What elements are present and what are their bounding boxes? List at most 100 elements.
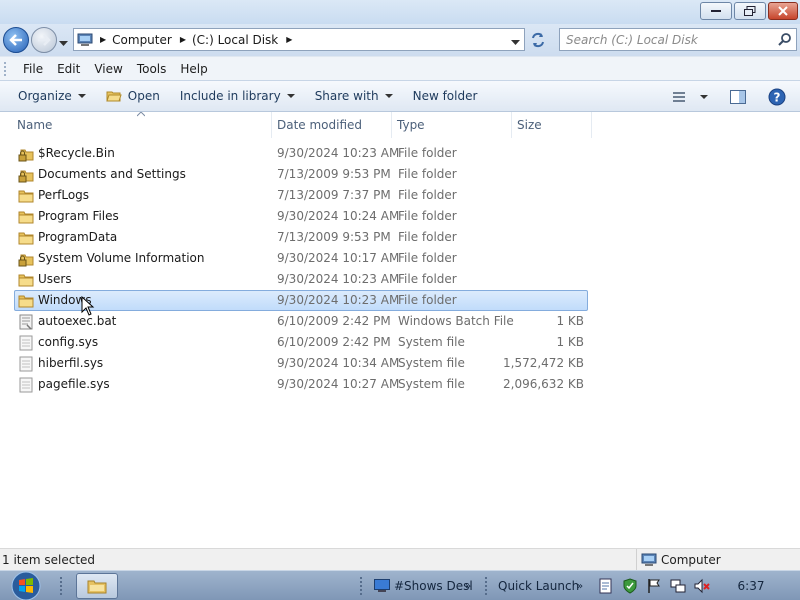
file-name: Users: [38, 272, 72, 286]
back-button[interactable]: [3, 27, 29, 53]
file-date-modified: 6/10/2009 2:42 PM: [277, 314, 391, 328]
menu-file[interactable]: File: [16, 62, 50, 76]
status-bar: 1 item selected Computer: [0, 548, 800, 571]
file-size: 1,572,472 KB: [503, 356, 584, 370]
file-row[interactable]: Program Files 9/30/2024 10:24 AM File fold…: [14, 206, 588, 227]
network-icon[interactable]: [670, 578, 686, 594]
column-header-date-modified[interactable]: Date modified: [272, 112, 392, 138]
menu-view[interactable]: View: [87, 62, 129, 76]
forward-button[interactable]: [31, 27, 57, 53]
restore-button[interactable]: [734, 2, 766, 20]
share-with-button[interactable]: Share with: [305, 84, 403, 108]
new-folder-button[interactable]: New folder: [403, 84, 488, 108]
document-icon[interactable]: [598, 578, 614, 594]
file-row[interactable]: System Volume Information 9/30/2024 10:17…: [14, 248, 588, 269]
location-label: Computer: [661, 553, 721, 567]
minimize-button[interactable]: [700, 2, 732, 20]
show-desktop-toolbar[interactable]: #Shows Desl: [374, 571, 473, 600]
menu-tools[interactable]: Tools: [130, 62, 174, 76]
open-button[interactable]: Open: [96, 84, 170, 108]
include-in-library-button[interactable]: Include in library: [170, 84, 305, 108]
file-row[interactable]: autoexec.bat 6/10/2009 2:42 PM Windows Bat…: [14, 311, 588, 332]
taskbar-grip[interactable]: [485, 577, 489, 595]
preview-pane-button[interactable]: [730, 90, 746, 104]
breadcrumb-separator-icon[interactable]: ▶: [180, 35, 186, 44]
recent-pages-dropdown[interactable]: [59, 36, 68, 50]
security-shield-icon[interactable]: [622, 578, 638, 594]
file-row[interactable]: Documents and Settings 7/13/2009 9:53 PM F…: [14, 164, 588, 185]
column-header-size[interactable]: Size: [512, 112, 592, 138]
file-name: pagefile.sys: [38, 377, 110, 391]
file-name: config.sys: [38, 335, 99, 349]
show-desktop-label: #Shows Desl: [394, 579, 473, 593]
close-icon: [778, 6, 788, 16]
toolbar-expand-icon[interactable]: »: [577, 571, 583, 600]
action-center-flag-icon[interactable]: [646, 578, 662, 594]
chevron-down-icon: [77, 93, 86, 98]
system-file-icon: [18, 377, 34, 393]
navigation-bar: ▶ Computer ▶ (C:) Local Disk ▶: [0, 24, 800, 56]
search-box: [559, 28, 797, 51]
chevron-down-icon: [700, 94, 708, 99]
close-button[interactable]: [768, 2, 798, 20]
breadcrumb-local-disk[interactable]: (C:) Local Disk: [192, 33, 278, 47]
file-row[interactable]: config.sys 6/10/2009 2:42 PM System file 1 …: [14, 332, 588, 353]
chevron-down-icon: [286, 93, 295, 98]
file-row[interactable]: ProgramData 7/13/2009 9:53 PM File folder: [14, 227, 588, 248]
folder-icon: [18, 272, 34, 288]
column-header-type[interactable]: Type: [392, 112, 512, 138]
file-row[interactable]: $Recycle.Bin 9/30/2024 10:23 AM File folde…: [14, 143, 588, 164]
file-type: System file: [398, 356, 465, 370]
toolbar-expand-icon[interactable]: »: [465, 571, 471, 600]
breadcrumb: ▶ Computer ▶ (C:) Local Disk ▶: [96, 33, 298, 47]
search-icon[interactable]: [778, 32, 792, 46]
breadcrumb-separator-icon[interactable]: ▶: [100, 35, 106, 44]
quick-launch-label: Quick Launch: [498, 579, 580, 593]
file-date-modified: 9/30/2024 10:34 AM: [277, 356, 400, 370]
batch-file-icon: [18, 314, 34, 330]
file-type: System file: [398, 335, 465, 349]
file-row[interactable]: hiberfil.sys 9/30/2024 10:34 AM System fil…: [14, 353, 588, 374]
volume-muted-icon[interactable]: [694, 578, 710, 594]
taskbar-grip[interactable]: [60, 577, 64, 595]
folder-icon: [18, 209, 34, 225]
open-label: Open: [127, 89, 160, 103]
file-row[interactable]: PerfLogs 7/13/2009 7:37 PM File folder: [14, 185, 588, 206]
refresh-button[interactable]: [528, 30, 548, 50]
start-button[interactable]: [6, 571, 46, 600]
clock[interactable]: 6:37: [726, 571, 776, 600]
taskbar-explorer-button[interactable]: [76, 573, 118, 599]
open-folder-icon: [106, 91, 122, 102]
folder-icon: [18, 230, 34, 246]
taskbar-grip[interactable]: [360, 577, 364, 595]
address-dropdown[interactable]: [511, 35, 520, 49]
share-with-label: Share with: [314, 89, 379, 103]
new-folder-label: New folder: [412, 89, 478, 103]
change-view-button[interactable]: [672, 91, 708, 103]
file-type: File folder: [398, 146, 457, 160]
menu-help[interactable]: Help: [173, 62, 214, 76]
help-button[interactable]: ?: [768, 88, 786, 106]
title-bar: [0, 0, 800, 24]
menu-edit[interactable]: Edit: [50, 62, 87, 76]
quick-launch-toolbar[interactable]: Quick Launch: [498, 571, 579, 600]
system-file-icon: [18, 335, 34, 351]
folder-icon: [87, 580, 107, 594]
file-row[interactable]: pagefile.sys 9/30/2024 10:27 AM System fil…: [14, 374, 588, 395]
file-date-modified: 7/13/2009 9:53 PM: [277, 230, 391, 244]
organize-button[interactable]: Organize: [0, 84, 96, 108]
file-row[interactable]: Users 9/30/2024 10:23 AM File folder: [14, 269, 588, 290]
details-view-icon: [673, 92, 685, 102]
window-controls: [700, 2, 798, 20]
search-input[interactable]: [560, 29, 770, 50]
file-name: PerfLogs: [38, 188, 90, 202]
selection-status: 1 item selected: [2, 553, 96, 567]
file-type: File folder: [398, 188, 457, 202]
chevron-down-icon: [384, 93, 393, 98]
address-bar[interactable]: ▶ Computer ▶ (C:) Local Disk ▶: [73, 28, 525, 51]
file-row[interactable]: Windows 9/30/2024 10:23 AM File folder: [14, 290, 588, 311]
breadcrumb-separator-icon[interactable]: ▶: [286, 35, 292, 44]
file-name: Program Files: [38, 209, 119, 223]
folder-icon: [18, 188, 34, 204]
breadcrumb-computer[interactable]: Computer: [112, 33, 172, 47]
